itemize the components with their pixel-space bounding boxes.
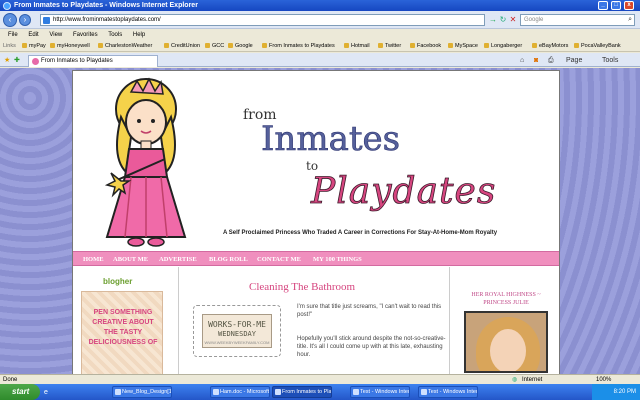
link-myhoneywell[interactable]: myHoneywell [50,40,90,51]
main-content: Cleaning The Bathroom WORKS-FOR-ME WEDNE… [179,267,449,374]
badge-line-3: WWW.WEEKBYWEEKFAMILY.COM [204,340,270,345]
minimize-button[interactable]: _ [598,1,608,10]
menu-edit[interactable]: Edit [28,32,38,38]
search-placeholder: Google [524,17,544,23]
tab-favicon [32,58,39,65]
stop-icon[interactable]: ✕ [508,15,518,25]
address-url: http://www.frominmatestoplaydates.com/ [53,17,161,23]
feeds-icon[interactable]: ◙ [534,56,538,65]
left-sidebar: blogher PEN SOMETHING CREATIVE ABOUT THE… [73,267,179,374]
link-from-inmates[interactable]: From Inmates to Playdates [262,40,335,51]
tab-from-inmates[interactable]: From Inmates to Playdates [28,55,158,67]
go-icon[interactable]: → [488,15,498,25]
print-icon[interactable]: ⎙ [548,56,554,65]
task-ham-doc[interactable]: Ham.doc - Microsoft ... [210,386,270,398]
start-button[interactable]: start [0,384,40,400]
window-titlebar: From Inmates to Playdates - Windows Inte… [0,0,640,11]
nav-blog-roll[interactable]: BLOG ROLL [209,252,248,267]
sidebar-heading: HER ROYAL HIGHNESS ~ PRINCESS JULIE [471,292,541,306]
clock[interactable]: 8:20 PM [614,389,636,395]
maximize-button[interactable]: □ [611,1,621,10]
link-gcc[interactable]: GCC [205,40,224,51]
link-google[interactable]: Google [228,40,253,51]
ad-line: PEN SOMETHING [93,309,153,316]
right-sidebar: HER ROYAL HIGHNESS ~ PRINCESS JULIE [449,267,559,374]
link-mypay[interactable]: myPay [22,40,46,51]
link-ebaymotors[interactable]: eBayMotors [532,40,568,51]
profile-photo [464,311,548,373]
ad-line: DELICIOUSNESS OF [88,339,158,346]
system-tray: 8:20 PM [592,384,640,400]
works-for-me-wednesday-badge[interactable]: WORKS-FOR-ME WEDNESDAY WWW.WEEKBYWEEKFAM… [193,305,281,357]
nav-my-100-things[interactable]: MY 100 THINGS [313,252,362,267]
status-bar: Done ◍ Internet 100% [0,374,640,384]
ad-line: CREATIVE ABOUT [92,319,154,326]
link-facebook[interactable]: Facebook [410,40,441,51]
browser-viewport: from Inmates to Playdates A Self Proclai… [0,68,640,374]
nav-advertise[interactable]: ADVERTISE [159,252,197,267]
forward-button[interactable]: › [19,14,31,26]
links-bar: Links myPay myHoneywell CharlestonWeathe… [0,40,640,52]
address-toolbar: ‹ › http://www.frominmatestoplaydates.co… [0,11,640,29]
blogher-logo[interactable]: blogher [103,277,132,286]
princess-illustration [104,77,187,247]
blog-title-playdates: Playdates [311,171,497,213]
link-pocavalleybank[interactable]: PocaValleyBank [574,40,621,51]
tab-label: From Inmates to Playdates [41,58,113,64]
search-icon[interactable]: ⌕ [628,15,632,25]
link-charlestonweather[interactable]: CharlestonWeather [98,40,152,51]
photo-face [490,329,526,371]
home-icon[interactable]: ⌂ [520,56,524,65]
nav-about-me[interactable]: ABOUT ME [113,252,148,267]
menu-bar: File Edit View Favorites Tools Help [0,30,640,40]
menu-help[interactable]: Help [133,32,145,38]
close-button[interactable]: x [624,1,634,10]
blog-tagline: A Self Proclaimed Princess Who Traded A … [223,230,498,236]
task-from-inmates[interactable]: From Inmates to Play... [272,386,332,398]
menu-tools[interactable]: Tools [108,32,122,38]
link-creditunion[interactable]: CreditUnion [164,40,200,51]
refresh-icon[interactable]: ↻ [498,15,508,25]
window-title: From Inmates to Playdates - Windows Inte… [14,2,198,9]
start-label: start [12,387,30,396]
task-test-1[interactable]: Test - Windows Inter... [350,386,410,398]
blogher-ad[interactable]: PEN SOMETHING CREATIVE ABOUT THE TASTY D… [81,291,163,374]
link-longaberger[interactable]: Longaberger [484,40,522,51]
tab-bar: ★ ✚ From Inmates to Playdates ⌂ ◙ ⎙ Page… [0,53,640,67]
tools-menu[interactable]: Tools [602,56,618,65]
badge-line-1: WORKS-FOR-ME [208,320,266,329]
menu-favorites[interactable]: Favorites [73,32,98,38]
badge-plaque: WORKS-FOR-ME WEDNESDAY WWW.WEEKBYWEEKFAM… [202,314,272,348]
menu-view[interactable]: View [49,32,62,38]
add-favorites-icon[interactable]: ✚ [14,56,20,65]
nav-contact-me[interactable]: CONTACT ME [257,252,301,267]
nav-home[interactable]: HOME [83,252,104,267]
blog-page: from Inmates to Playdates A Self Proclai… [72,70,560,374]
task-test-2[interactable]: Test - Windows Inter... [418,386,478,398]
link-myspace[interactable]: MySpace [448,40,478,51]
links-label: Links [3,43,16,49]
search-input[interactable]: Google ⌕ [520,14,635,26]
back-button[interactable]: ‹ [3,13,17,27]
menu-file[interactable]: File [8,32,18,38]
post-paragraph: Hopefully you'll stick around despite th… [297,336,446,358]
favorites-star-icon[interactable]: ★ [4,56,10,65]
blog-header: from Inmates to Playdates A Self Proclai… [73,71,559,251]
quicklaunch-ie-icon[interactable]: e [44,388,48,397]
post-title[interactable]: Cleaning The Bathroom [249,281,355,293]
page-menu[interactable]: Page [566,56,582,65]
address-input[interactable]: http://www.frominmatestoplaydates.com/ [40,14,485,26]
ie-icon [3,2,11,10]
blog-title-inmates: Inmates [261,119,401,160]
task-blog-design[interactable]: New_Blog_Design[1]... [112,386,172,398]
post-paragraph: I'm sure that title just screams, "I can… [297,304,442,318]
badge-line-2: WEDNESDAY [218,330,256,338]
link-hotmail[interactable]: Hotmail [344,40,370,51]
page-favicon [43,17,50,24]
link-twitter[interactable]: Twitter [378,40,401,51]
ad-line: THE TASTY [103,329,143,336]
blog-nav: HOME ABOUT ME ADVERTISE BLOG ROLL CONTAC… [73,251,559,266]
taskbar: start e New_Blog_Design[1]... Ham.doc - … [0,384,640,400]
